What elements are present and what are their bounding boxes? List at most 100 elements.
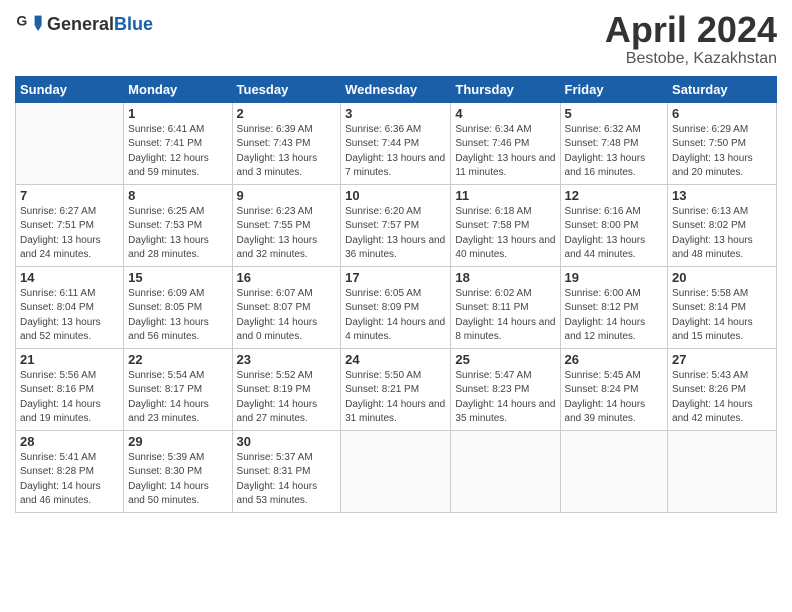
day-number: 3	[345, 106, 446, 121]
col-saturday: Saturday	[668, 76, 777, 102]
day-number: 28	[20, 434, 119, 449]
calendar-cell: 6Sunrise: 6:29 AMSunset: 7:50 PMDaylight…	[668, 102, 777, 184]
calendar-cell: 25 Sunrise: 5:47 AMSunset: 8:23 PMDayligh…	[451, 348, 560, 430]
day-number: 11	[455, 188, 555, 203]
day-number: 10	[345, 188, 446, 203]
day-detail: Sunrise: 5:54 AMSunset: 8:17 PMDaylight:…	[128, 369, 227, 427]
col-thursday: Thursday	[451, 76, 560, 102]
day-number: 29	[128, 434, 227, 449]
calendar-cell: 21 Sunrise: 5:56 AMSunset: 8:16 PMDayligh…	[16, 348, 124, 430]
main-title: April 2024	[605, 10, 777, 50]
day-number: 20	[672, 270, 772, 285]
calendar-cell: 2 Sunrise: 6:39 AMSunset: 7:43 PMDaylight…	[232, 102, 341, 184]
logo-icon: G	[15, 10, 43, 38]
calendar-week-2: 7 Sunrise: 6:27 AMSunset: 7:51 PMDaylight…	[16, 184, 777, 266]
day-detail: Sunrise: 6:32 AMSunset: 7:48 PMDaylight:…	[565, 123, 664, 181]
col-sunday: Sunday	[16, 76, 124, 102]
calendar-cell: 10 Sunrise: 6:20 AMSunset: 7:57 PMDayligh…	[341, 184, 451, 266]
day-detail: Sunrise: 6:09 AMSunset: 8:05 PMDaylight:…	[128, 287, 227, 345]
day-detail: Sunrise: 6:27 AMSunset: 7:51 PMDaylight:…	[20, 205, 119, 263]
calendar-cell	[668, 430, 777, 512]
day-number: 2	[237, 106, 337, 121]
calendar-cell: 15Sunrise: 6:09 AMSunset: 8:05 PMDayligh…	[124, 266, 232, 348]
day-detail: Sunrise: 6:39 AMSunset: 7:43 PMDaylight:…	[237, 123, 337, 181]
calendar-cell: 17 Sunrise: 6:05 AMSunset: 8:09 PMDayligh…	[341, 266, 451, 348]
calendar-week-4: 21 Sunrise: 5:56 AMSunset: 8:16 PMDayligh…	[16, 348, 777, 430]
day-detail: Sunrise: 5:41 AMSunset: 8:28 PMDaylight:…	[20, 451, 119, 509]
day-detail: Sunrise: 6:00 AMSunset: 8:12 PMDaylight:…	[565, 287, 664, 345]
logo-text: GeneralBlue	[47, 14, 153, 35]
logo: G GeneralBlue	[15, 10, 153, 38]
calendar-cell: 29 Sunrise: 5:39 AMSunset: 8:30 PMDayligh…	[124, 430, 232, 512]
day-detail: Sunrise: 6:02 AMSunset: 8:11 PMDaylight:…	[455, 287, 555, 345]
day-detail: Sunrise: 6:13 AMSunset: 8:02 PMDaylight:…	[672, 205, 772, 263]
day-detail: Sunrise: 6:36 AMSunset: 7:44 PMDaylight:…	[345, 123, 446, 181]
day-detail: Sunrise: 5:43 AMSunset: 8:26 PMDaylight:…	[672, 369, 772, 427]
calendar-cell: 9 Sunrise: 6:23 AMSunset: 7:55 PMDaylight…	[232, 184, 341, 266]
day-detail: Sunrise: 6:41 AMSunset: 7:41 PMDaylight:…	[128, 123, 227, 181]
day-detail: Sunrise: 6:05 AMSunset: 8:09 PMDaylight:…	[345, 287, 446, 345]
calendar-cell: 30Sunrise: 5:37 AMSunset: 8:31 PMDayligh…	[232, 430, 341, 512]
day-detail: Sunrise: 5:50 AMSunset: 8:21 PMDaylight:…	[345, 369, 446, 427]
calendar-header-row: Sunday Monday Tuesday Wednesday Thursday…	[16, 76, 777, 102]
calendar-cell	[560, 430, 668, 512]
day-number: 22	[128, 352, 227, 367]
day-detail: Sunrise: 5:58 AMSunset: 8:14 PMDaylight:…	[672, 287, 772, 345]
calendar-week-5: 28 Sunrise: 5:41 AMSunset: 8:28 PMDayligh…	[16, 430, 777, 512]
day-number: 9	[237, 188, 337, 203]
calendar-cell: 22 Sunrise: 5:54 AMSunset: 8:17 PMDayligh…	[124, 348, 232, 430]
calendar-cell: 23Sunrise: 5:52 AMSunset: 8:19 PMDayligh…	[232, 348, 341, 430]
calendar-cell: 12 Sunrise: 6:16 AMSunset: 8:00 PMDayligh…	[560, 184, 668, 266]
day-detail: Sunrise: 6:07 AMSunset: 8:07 PMDaylight:…	[237, 287, 337, 345]
day-detail: Sunrise: 5:56 AMSunset: 8:16 PMDaylight:…	[20, 369, 119, 427]
calendar-cell: 28 Sunrise: 5:41 AMSunset: 8:28 PMDayligh…	[16, 430, 124, 512]
calendar-cell: 14Sunrise: 6:11 AMSunset: 8:04 PMDayligh…	[16, 266, 124, 348]
day-detail: Sunrise: 6:34 AMSunset: 7:46 PMDaylight:…	[455, 123, 555, 181]
calendar-cell: 18 Sunrise: 6:02 AMSunset: 8:11 PMDayligh…	[451, 266, 560, 348]
calendar-cell: 24 Sunrise: 5:50 AMSunset: 8:21 PMDayligh…	[341, 348, 451, 430]
calendar-cell: 27 Sunrise: 5:43 AMSunset: 8:26 PMDayligh…	[668, 348, 777, 430]
day-number: 18	[455, 270, 555, 285]
day-detail: Sunrise: 6:25 AMSunset: 7:53 PMDaylight:…	[128, 205, 227, 263]
day-detail: Sunrise: 5:37 AMSunset: 8:31 PMDaylight:…	[237, 451, 337, 509]
page: G GeneralBlue April 2024 Bestobe, Kazakh…	[0, 0, 792, 612]
day-detail: Sunrise: 6:20 AMSunset: 7:57 PMDaylight:…	[345, 205, 446, 263]
col-wednesday: Wednesday	[341, 76, 451, 102]
day-number: 1	[128, 106, 227, 121]
calendar-cell	[16, 102, 124, 184]
calendar-cell: 11Sunrise: 6:18 AMSunset: 7:58 PMDayligh…	[451, 184, 560, 266]
calendar-cell	[451, 430, 560, 512]
calendar-cell: 13Sunrise: 6:13 AMSunset: 8:02 PMDayligh…	[668, 184, 777, 266]
col-monday: Monday	[124, 76, 232, 102]
logo-blue: Blue	[114, 14, 153, 34]
calendar-cell: 4 Sunrise: 6:34 AMSunset: 7:46 PMDaylight…	[451, 102, 560, 184]
day-number: 14	[20, 270, 119, 285]
calendar-cell: 7 Sunrise: 6:27 AMSunset: 7:51 PMDaylight…	[16, 184, 124, 266]
calendar: Sunday Monday Tuesday Wednesday Thursday…	[15, 76, 777, 513]
day-number: 27	[672, 352, 772, 367]
day-number: 12	[565, 188, 664, 203]
day-number: 4	[455, 106, 555, 121]
day-number: 24	[345, 352, 446, 367]
day-number: 21	[20, 352, 119, 367]
header: G GeneralBlue April 2024 Bestobe, Kazakh…	[15, 10, 777, 68]
svg-text:G: G	[16, 12, 27, 28]
day-detail: Sunrise: 5:47 AMSunset: 8:23 PMDaylight:…	[455, 369, 555, 427]
day-detail: Sunrise: 5:45 AMSunset: 8:24 PMDaylight:…	[565, 369, 664, 427]
day-number: 23	[237, 352, 337, 367]
day-number: 17	[345, 270, 446, 285]
calendar-cell: 5 Sunrise: 6:32 AMSunset: 7:48 PMDaylight…	[560, 102, 668, 184]
day-number: 19	[565, 270, 664, 285]
calendar-week-1: 1 Sunrise: 6:41 AMSunset: 7:41 PMDaylight…	[16, 102, 777, 184]
day-detail: Sunrise: 5:39 AMSunset: 8:30 PMDaylight:…	[128, 451, 227, 509]
day-detail: Sunrise: 6:23 AMSunset: 7:55 PMDaylight:…	[237, 205, 337, 263]
day-number: 25	[455, 352, 555, 367]
day-detail: Sunrise: 6:16 AMSunset: 8:00 PMDaylight:…	[565, 205, 664, 263]
day-number: 16	[237, 270, 337, 285]
day-number: 7	[20, 188, 119, 203]
day-number: 5	[565, 106, 664, 121]
day-number: 8	[128, 188, 227, 203]
subtitle: Bestobe, Kazakhstan	[605, 50, 777, 68]
calendar-cell: 20 Sunrise: 5:58 AMSunset: 8:14 PMDayligh…	[668, 266, 777, 348]
col-friday: Friday	[560, 76, 668, 102]
